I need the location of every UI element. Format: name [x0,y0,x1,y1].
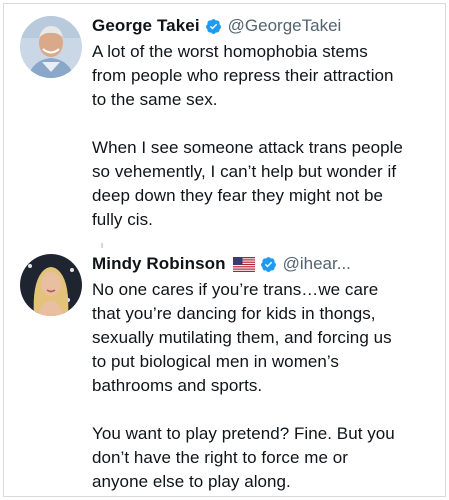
us-flag-icon [232,256,255,272]
author-name[interactable]: Mindy Robinson [92,254,226,274]
tweet-header: George Takei @GeorgeTakei [92,14,439,38]
thread-connector-line [101,243,103,248]
verified-badge-icon [205,18,221,34]
tweet-text: A lot of the worst homophobia stems from… [92,42,403,229]
author-handle[interactable]: @ihear... [283,254,351,274]
tweet-text: No one cares if you’re trans…we care tha… [92,280,395,491]
tweet-header: Mindy Robinson @ihear... [92,252,439,276]
author-name[interactable]: George Takei [92,16,200,36]
author-handle[interactable]: @GeorgeTakei [228,16,342,36]
avatar[interactable] [20,254,82,316]
verified-badge-icon [260,256,276,272]
avatar[interactable] [20,16,82,78]
